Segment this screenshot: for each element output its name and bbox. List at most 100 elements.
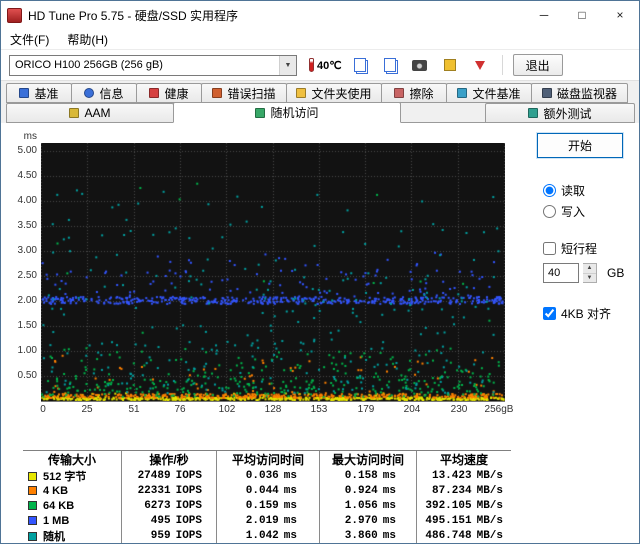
copy-text-button[interactable] — [348, 54, 372, 76]
x-tick: 51 — [128, 404, 140, 415]
tabstrip: 基准 信息 健康 错误扫描 文件夹使用 擦除 文件基准 磁盘监视器 AAM 随机… — [1, 81, 639, 123]
col-transfer-size: 传输大小 — [47, 453, 96, 467]
tab-erase[interactable]: 擦除 — [381, 83, 447, 103]
y-tick: 1.50 — [17, 320, 37, 331]
tab-error-scan[interactable]: 错误扫描 — [201, 83, 287, 103]
random-access-icon — [255, 107, 266, 118]
capacity-row: ▲ ▼ GB — [507, 263, 637, 283]
x-tick: 153 — [310, 404, 328, 415]
stepper-down-icon[interactable]: ▼ — [583, 273, 596, 282]
health-icon — [149, 88, 160, 98]
menu-help[interactable]: 帮助(H) — [58, 29, 117, 49]
y-tick: 3.50 — [17, 220, 37, 231]
col-avg-access-time: 平均访问时间 — [216, 451, 319, 468]
tabrow-spacer — [400, 103, 485, 123]
titlebar: HD Tune Pro 5.75 - 硬盘/SSD 实用程序 ─ □ × — [1, 1, 639, 29]
chart-area: ms 5.00 4.50 4.00 3.50 3.00 2.50 2.00 1.… — [7, 127, 514, 447]
y-axis-unit-label: ms — [23, 131, 37, 142]
tab-folder-usage[interactable]: 文件夹使用 — [286, 83, 382, 103]
thermometer-icon — [309, 58, 314, 72]
copy-image-button[interactable] — [378, 54, 402, 76]
tab-random-access[interactable]: 随机访问 — [173, 102, 401, 123]
window-title: HD Tune Pro 5.75 - 硬盘/SSD 实用程序 — [28, 8, 239, 23]
screenshot-button[interactable] — [408, 54, 432, 76]
y-tick: 4.00 — [17, 195, 37, 206]
tabrow-2: AAM 随机访问 额外测试 — [6, 102, 635, 123]
random-access-page: ms 5.00 4.50 4.00 3.50 3.00 2.50 2.00 1.… — [1, 123, 639, 447]
mode-radio-group: 读取 写入 — [507, 182, 637, 220]
write-radio-row[interactable]: 写入 — [507, 203, 637, 220]
align-4kb-checkbox[interactable] — [543, 307, 556, 320]
y-tick: 4.50 — [17, 170, 37, 181]
error-scan-icon — [212, 88, 223, 98]
copy-pages-icon — [353, 58, 366, 72]
align-4kb-row[interactable]: 4KB 对齐 — [507, 305, 637, 322]
short-stroke-row[interactable]: 短行程 — [507, 240, 637, 257]
x-tick: 204 — [403, 404, 421, 415]
tab-file-benchmark[interactable]: 文件基准 — [446, 83, 532, 103]
tab-extra-tests[interactable]: 额外测试 — [485, 103, 635, 123]
side-panel: 开始 读取 写入 短行程 ▲ ▼ — [507, 127, 637, 447]
tab-aam[interactable]: AAM — [6, 103, 174, 123]
close-button[interactable]: × — [601, 1, 639, 29]
table-row: 随机 959 IOPS 1.042 ms 3.860 ms 486.748 MB/s — [23, 528, 511, 543]
drive-select[interactable]: ORICO H100 256GB (256 gB) ▼ — [9, 54, 297, 76]
y-tick: 5.00 — [17, 145, 37, 156]
disk-monitor-icon — [541, 88, 552, 98]
save-button[interactable] — [438, 54, 462, 76]
series-swatch — [28, 501, 37, 510]
drive-select-value: ORICO H100 256GB (256 gB) — [15, 59, 163, 71]
read-radio[interactable] — [543, 184, 556, 197]
hdtune-window: HD Tune Pro 5.75 - 硬盘/SSD 实用程序 ─ □ × 文件(… — [0, 0, 640, 544]
download-arrow-icon — [474, 60, 485, 70]
extra-tests-icon — [528, 108, 539, 118]
series-swatch — [28, 471, 37, 481]
table-row: 4 KB 22331 IOPS 0.044 ms 0.924 ms 87.234 MB/… — [23, 483, 511, 498]
stepper-up-icon[interactable]: ▲ — [583, 264, 596, 274]
file-benchmark-icon — [457, 88, 468, 98]
update-button[interactable] — [468, 54, 492, 76]
table-row: 512 字节 27489 IOPS 0.036 ms 0.158 ms 13.423 M… — [23, 468, 511, 484]
minimize-button[interactable]: ─ — [525, 1, 563, 29]
erase-icon — [394, 88, 405, 98]
capacity-unit-label: GB — [607, 266, 625, 280]
exit-button[interactable]: 退出 — [512, 54, 563, 76]
short-stroke-checkbox[interactable] — [543, 242, 556, 255]
tab-health[interactable]: 健康 — [136, 83, 202, 103]
table-row: 64 KB 6273 IOPS 0.159 ms 1.056 ms 392.105 MB… — [23, 498, 511, 513]
menu-file[interactable]: 文件(F) — [1, 29, 58, 49]
y-tick: 0.50 — [17, 370, 37, 381]
tab-benchmark[interactable]: 基准 — [6, 83, 72, 103]
tab-info[interactable]: 信息 — [71, 83, 137, 103]
series-swatch — [28, 486, 37, 495]
folder-icon — [296, 88, 307, 98]
capacity-stepper: ▲ ▼ — [583, 263, 597, 283]
random-access-chart — [41, 143, 505, 402]
read-radio-row[interactable]: 读取 — [507, 182, 637, 199]
y-tick: 2.50 — [17, 270, 37, 281]
table-row: 1 MB 495 IOPS 2.019 ms 2.970 ms 495.151 MB/s — [23, 513, 511, 528]
y-tick: 3.00 — [17, 245, 37, 256]
chevron-down-icon[interactable]: ▼ — [279, 55, 296, 75]
info-icon — [84, 88, 95, 98]
start-button[interactable]: 开始 — [536, 132, 624, 159]
col-ops-per-sec: 操作/秒 — [121, 451, 216, 468]
capacity-input[interactable] — [543, 263, 579, 283]
menubar: 文件(F) 帮助(H) — [1, 29, 639, 50]
col-max-access-time: 最大访问时间 — [319, 451, 416, 468]
table-header-row: 传输大小 操作/秒 平均访问时间 最大访问时间 平均速度 — [23, 451, 511, 468]
x-tick: 25 — [81, 404, 93, 415]
x-tick: 0 — [40, 404, 46, 415]
results-table: 传输大小 操作/秒 平均访问时间 最大访问时间 平均速度 512 字节 2748… — [23, 450, 511, 543]
write-radio[interactable] — [543, 205, 556, 218]
col-avg-speed: 平均速度 — [416, 451, 511, 468]
x-tick: 76 — [174, 404, 186, 415]
tab-disk-monitor[interactable]: 磁盘监视器 — [531, 83, 628, 103]
y-tick: 1.00 — [17, 345, 37, 356]
toolbar-separator — [501, 55, 503, 75]
maximize-button[interactable]: □ — [563, 1, 601, 29]
save-icon — [443, 59, 456, 71]
benchmark-icon — [19, 88, 30, 98]
x-tick: 179 — [357, 404, 375, 415]
camera-icon — [412, 59, 428, 71]
